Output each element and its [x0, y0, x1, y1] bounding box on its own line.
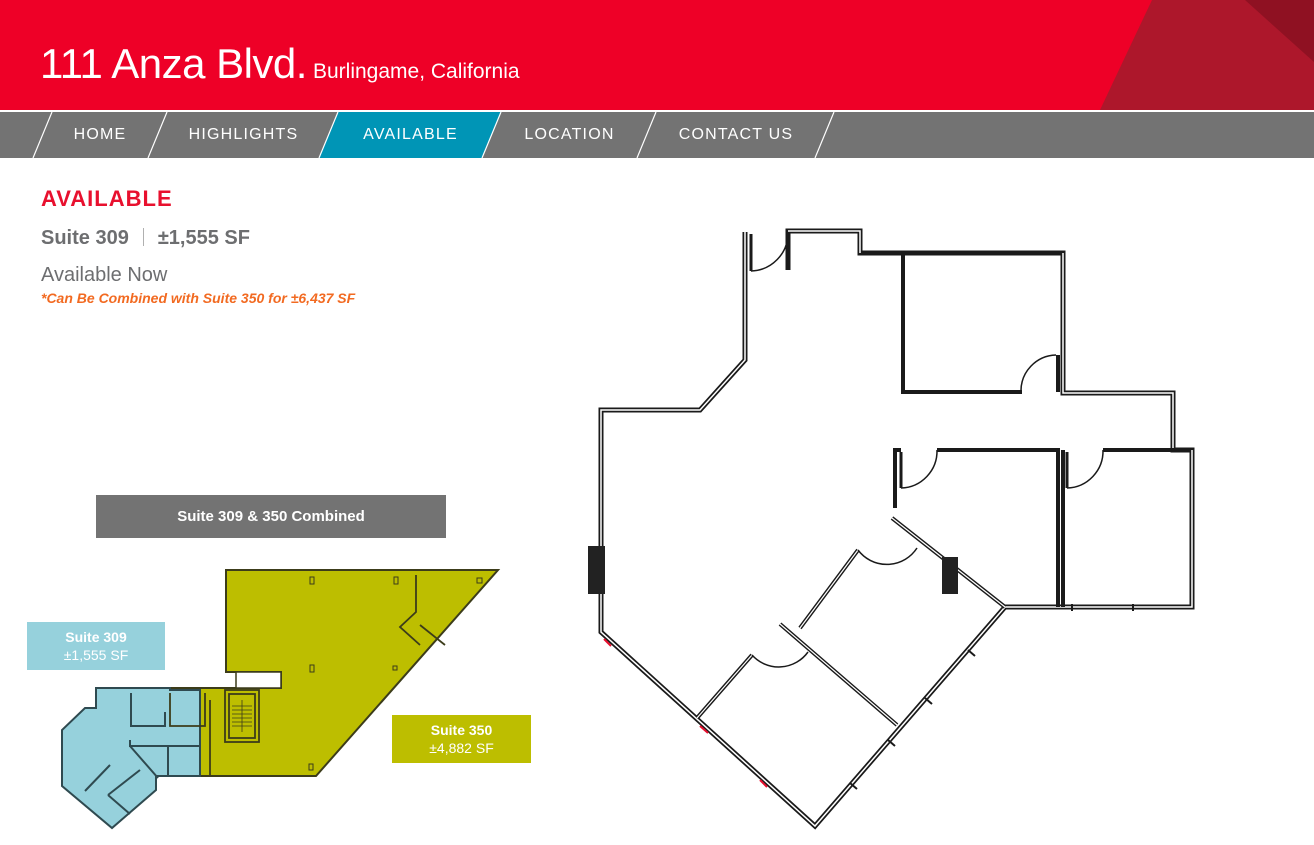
column-block: [942, 557, 958, 594]
column-block: [588, 546, 605, 594]
suite-309-floor-plan: [588, 228, 1195, 830]
